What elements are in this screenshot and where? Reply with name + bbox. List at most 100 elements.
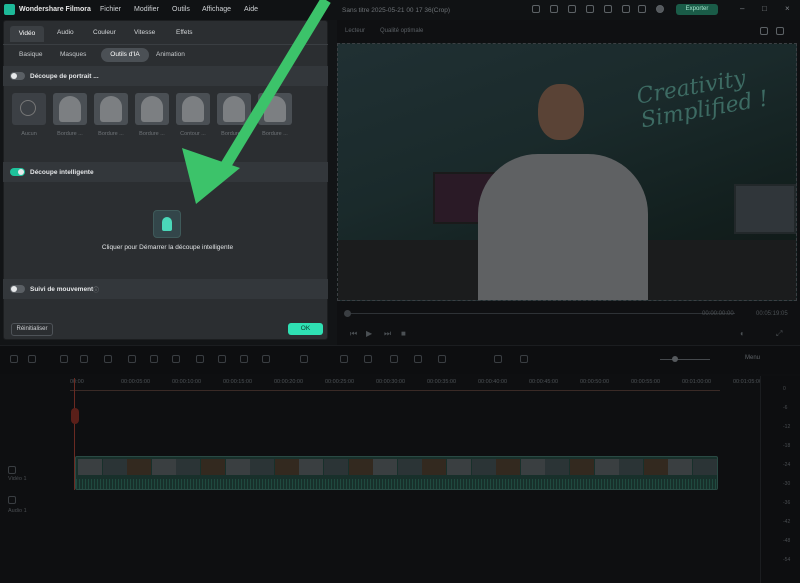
play-icon[interactable]: ▶ — [366, 329, 372, 338]
share-icon[interactable] — [532, 5, 540, 13]
avatar[interactable] — [656, 5, 664, 13]
progress-knob[interactable] — [344, 310, 351, 317]
template-label: Contour ... — [180, 131, 206, 137]
tab-audio[interactable]: Audio — [57, 29, 74, 36]
menu-fichier[interactable]: Fichier — [100, 6, 121, 13]
minimize-icon[interactable]: – — [740, 4, 744, 13]
maximize-icon[interactable]: □ — [762, 4, 767, 13]
person-head — [538, 84, 584, 140]
template-item[interactable] — [176, 93, 210, 125]
zoom-out-icon[interactable] — [494, 355, 502, 363]
render-icon[interactable] — [414, 355, 422, 363]
snapshot-icon[interactable] — [760, 27, 768, 35]
zoom-knob[interactable] — [672, 356, 678, 362]
volume-icon[interactable]: ◐ — [740, 329, 745, 338]
settings-icon[interactable] — [638, 5, 646, 13]
close-icon[interactable]: × — [785, 4, 790, 13]
video-track-icon[interactable] — [8, 466, 16, 474]
text-icon[interactable] — [128, 355, 136, 363]
player-label[interactable]: Lecteur — [345, 28, 365, 34]
home-icon[interactable] — [586, 5, 594, 13]
clip-thumbnail — [594, 459, 619, 475]
audio-track-icon[interactable] — [8, 496, 16, 504]
delete-icon[interactable] — [60, 355, 68, 363]
ok-button[interactable]: OK — [288, 323, 323, 335]
record-icon[interactable] — [364, 355, 372, 363]
playhead-handle[interactable] — [71, 408, 79, 424]
subtab-basic[interactable]: Basique — [19, 51, 43, 58]
ruler-tick: 00:00:30:00 — [376, 379, 406, 385]
smart-cutout-icon[interactable] — [153, 210, 181, 238]
template-item[interactable] — [217, 93, 251, 125]
portrait-cutout-toggle[interactable] — [10, 72, 25, 80]
timeline-menu[interactable]: Menu — [745, 355, 760, 361]
menu-aide[interactable]: Aide — [244, 6, 258, 13]
progress-track[interactable] — [345, 313, 735, 314]
menu-outils[interactable]: Outils — [172, 6, 190, 13]
redo-icon[interactable] — [28, 355, 36, 363]
timeline-ruler[interactable]: 00:00 00:00:05:00 00:00:10:00 00:00:15:00 00… — [70, 376, 762, 390]
export-button[interactable]: Exporter — [676, 4, 718, 15]
clip-thumbnail — [619, 459, 644, 475]
motion-tracking-title: Suivi de mouvement — [30, 286, 94, 293]
fit-icon[interactable] — [438, 355, 446, 363]
gift-icon[interactable] — [622, 5, 630, 13]
tab-speed[interactable]: Vitesse — [134, 29, 155, 36]
menu-affichage[interactable]: Affichage — [202, 6, 231, 13]
zoom-in-icon[interactable] — [520, 355, 528, 363]
subtab-masks[interactable]: Masques — [60, 51, 86, 58]
ai-icon[interactable] — [262, 355, 270, 363]
property-tabs: Vidéo Audio Couleur Vitesse Effets — [3, 24, 328, 42]
audio-icon[interactable] — [196, 355, 204, 363]
reset-button[interactable]: Réinitialiser — [11, 323, 53, 336]
template-item[interactable] — [258, 93, 292, 125]
playhead[interactable] — [74, 378, 75, 490]
video-clip[interactable] — [75, 456, 718, 490]
tab-effects[interactable]: Effets — [176, 29, 193, 36]
zoom-slider[interactable] — [660, 359, 710, 360]
stop-icon[interactable]: ■ — [401, 329, 406, 338]
undo-icon[interactable] — [10, 355, 18, 363]
subtab-animation[interactable]: Animation — [156, 51, 185, 58]
template-none[interactable] — [12, 93, 46, 125]
image-icon[interactable] — [568, 5, 576, 13]
subtab-ai-tools[interactable]: Outils d'IA — [101, 48, 149, 62]
keyframe-icon[interactable] — [300, 355, 308, 363]
color-icon[interactable] — [218, 355, 226, 363]
total-time: 00:05:19:05 — [756, 311, 788, 317]
cloud-icon[interactable] — [604, 5, 612, 13]
marker-icon[interactable] — [340, 355, 348, 363]
template-label: Bordure ... — [262, 131, 288, 137]
crop-icon[interactable]: ⤢ — [776, 329, 782, 339]
meter-level-label: -12 — [783, 424, 791, 430]
quality-dropdown[interactable]: Qualité optimale — [380, 28, 423, 34]
mask-icon[interactable] — [240, 355, 248, 363]
meter-level-label: -36 — [783, 500, 791, 506]
help-icon[interactable]: ⓘ — [93, 285, 99, 294]
crop-tool-icon[interactable] — [104, 355, 112, 363]
motion-tracking-toggle[interactable] — [10, 285, 25, 293]
tab-video[interactable]: Vidéo — [10, 26, 44, 42]
prev-frame-icon[interactable]: ⏮ — [350, 329, 357, 339]
portrait-thumb — [223, 96, 245, 122]
clip-thumbnail — [643, 459, 668, 475]
template-item[interactable] — [135, 93, 169, 125]
next-frame-icon[interactable]: ⏭ — [384, 329, 391, 339]
template-item[interactable] — [53, 93, 87, 125]
freeze-icon[interactable] — [150, 355, 158, 363]
split-icon[interactable] — [80, 355, 88, 363]
template-item[interactable] — [94, 93, 128, 125]
save-icon[interactable] — [550, 5, 558, 13]
clip-thumbnail — [422, 459, 447, 475]
speed-icon[interactable] — [172, 355, 180, 363]
template-label: Aucun — [21, 131, 37, 137]
fullscreen-icon[interactable] — [776, 27, 784, 35]
meter-level-label: -42 — [783, 519, 791, 525]
smart-cutout-toggle[interactable] — [10, 168, 25, 176]
tab-color[interactable]: Couleur — [93, 29, 116, 36]
snap-icon[interactable] — [390, 355, 398, 363]
clip-thumbnail — [324, 459, 348, 475]
menu-modifier[interactable]: Modifier — [134, 6, 159, 13]
smart-cutout-start[interactable]: Cliquer pour Démarrer la découpe intelli… — [60, 244, 275, 251]
video-preview[interactable]: Creativity Simplified ! — [337, 43, 797, 301]
